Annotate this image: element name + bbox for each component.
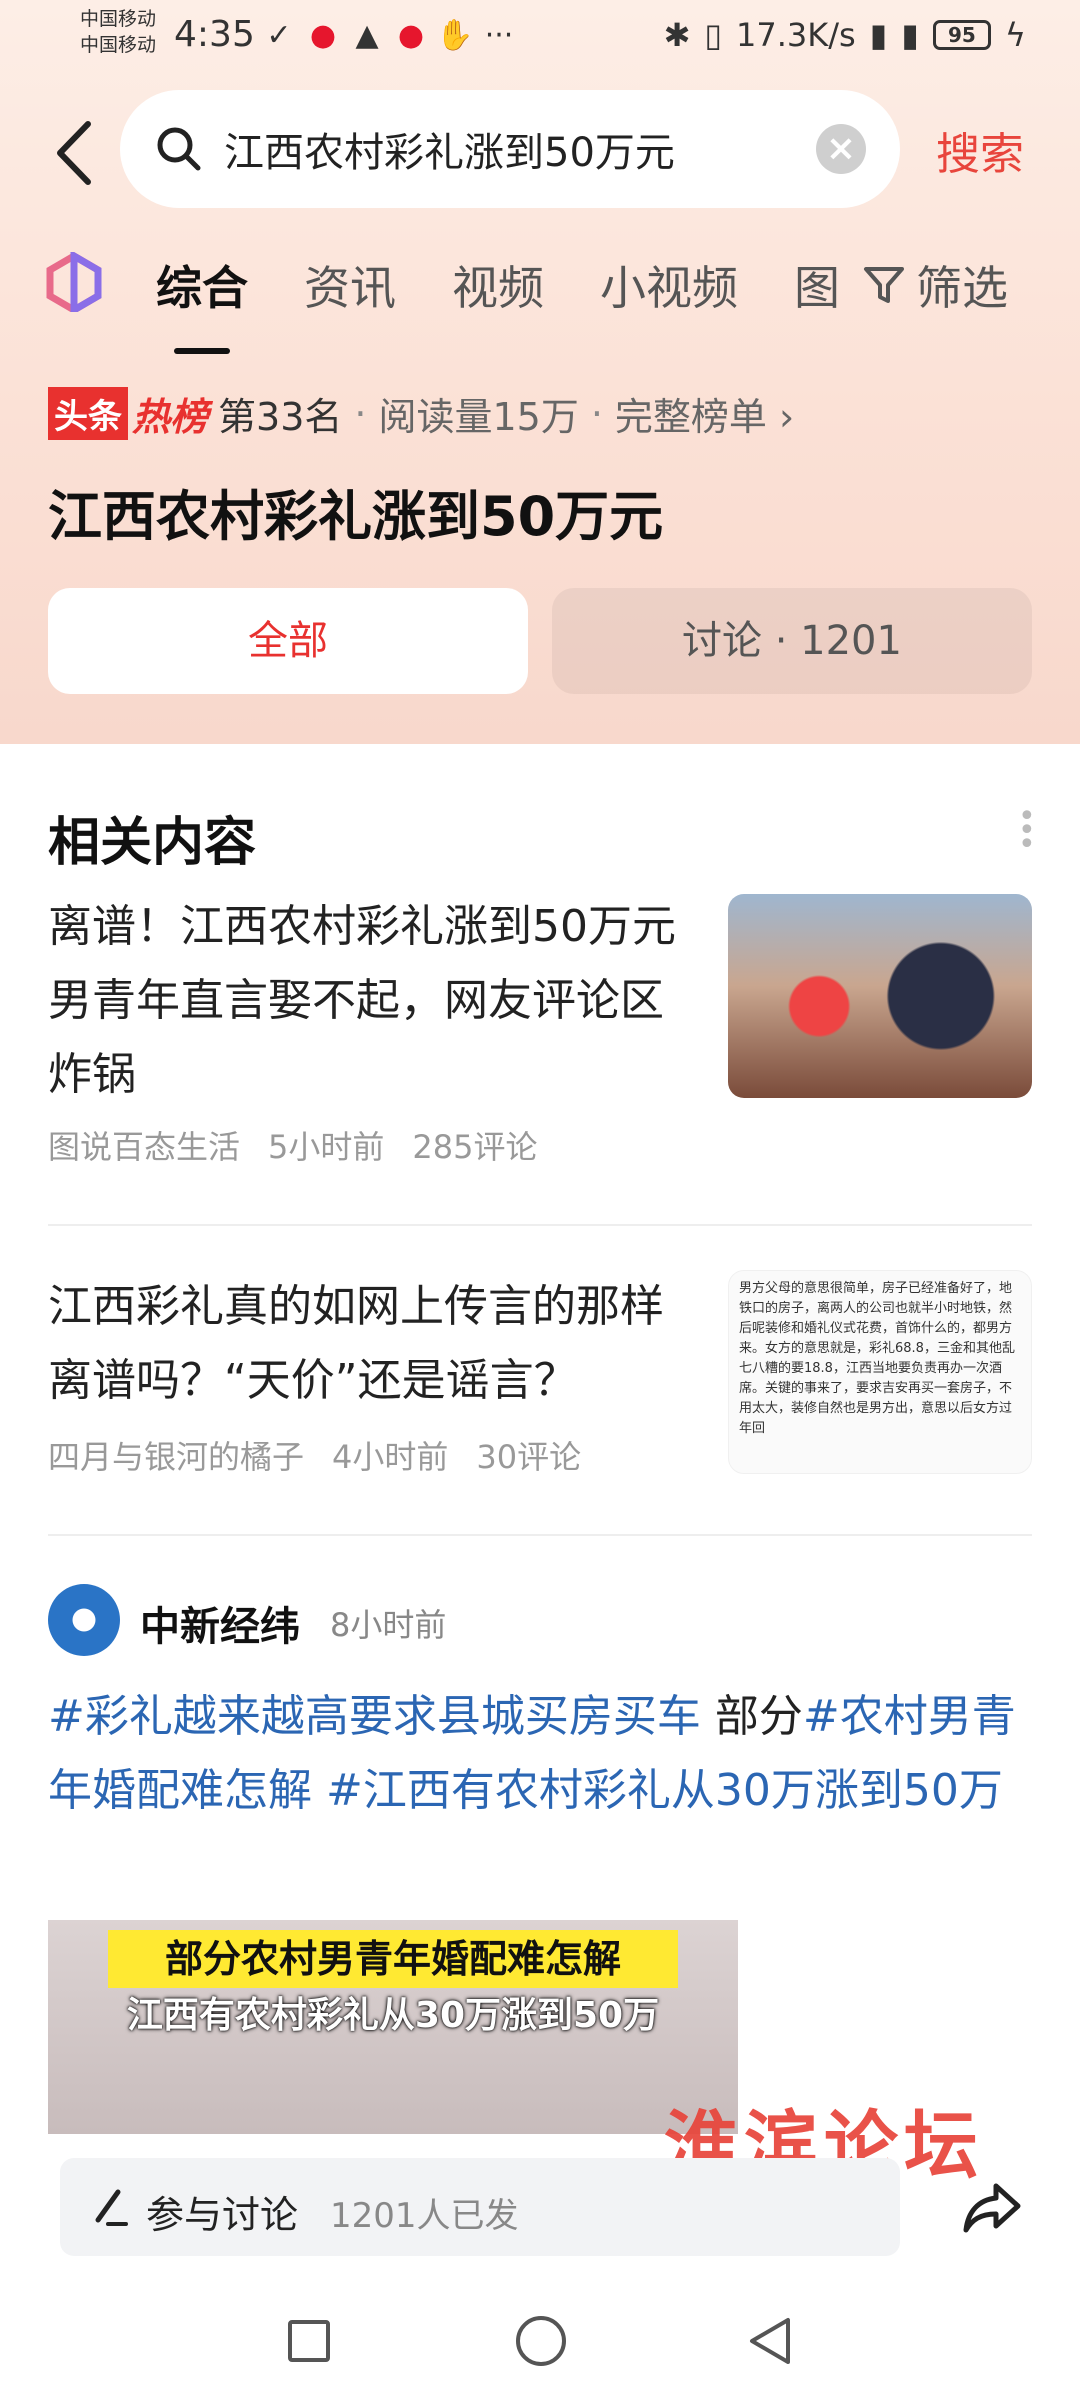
- separator: ·: [590, 391, 603, 436]
- battery-icon: 95: [932, 20, 991, 50]
- discuss-count: 1201人已发: [330, 2196, 519, 2236]
- divider: [48, 1224, 1032, 1226]
- article-time: 5小时前: [268, 1128, 385, 1166]
- toutiao-logo-icon: [46, 252, 102, 312]
- post-text: [312, 1765, 326, 1816]
- search-input[interactable]: 江西农村彩礼涨到50万元 ×: [120, 90, 900, 208]
- bluetooth-icon: ✱: [663, 16, 691, 54]
- signal-4g-icon: ▮: [901, 16, 919, 54]
- carrier-info: 中国移动 中国移动: [80, 6, 156, 58]
- article-thumbnail[interactable]: [728, 894, 1032, 1098]
- article-source: 四月与银河的橘子: [48, 1438, 305, 1476]
- filter-icon: [864, 267, 904, 303]
- hot-list-info: 头条 热榜 第33名 · 阅读量15万 · 完整榜单 ›: [48, 386, 794, 441]
- segment-discussion[interactable]: 讨论 · 1201: [552, 588, 1032, 694]
- notification-icons: ✓ ● ▲ ● ✋ ···: [262, 17, 516, 53]
- article-source: 图说百态生活: [48, 1128, 241, 1166]
- article-meta: 图说百态生活 5小时前 285评论: [48, 1122, 565, 1168]
- vibrate-icon: ▯: [704, 16, 722, 54]
- image-caption-1: 部分农村男青年婚配难怎解: [108, 1930, 678, 1988]
- tab-image[interactable]: 图: [794, 252, 840, 332]
- back-button[interactable]: [50, 118, 100, 188]
- status-bar: 中国移动 中国移动 4:35 ✓ ● ▲ ● ✋ ··· ✱ ▯ 17.3K/s…: [0, 0, 1080, 72]
- read-count: 阅读量15万: [378, 395, 579, 439]
- category-tabs: 综合 资讯 视频 小视频 图: [156, 252, 840, 354]
- hot-list-badge: 头条 热榜: [48, 387, 208, 440]
- carrier-1: 中国移动: [80, 8, 157, 30]
- list-item[interactable]: 离谱！江西农村彩礼涨到50万元 男青年直言娶不起，网友评论区炸锅 图说百态生活 5…: [48, 890, 1032, 1190]
- carrier-2: 中国移动: [80, 34, 157, 56]
- charging-icon: ϟ: [1004, 16, 1026, 54]
- filter-button[interactable]: 筛选: [862, 252, 1008, 318]
- discuss-input[interactable]: 参与讨论 1201人已发: [60, 2158, 900, 2256]
- recent-apps-button[interactable]: [288, 2320, 330, 2362]
- nav-back-icon[interactable]: [744, 2314, 794, 2368]
- hot-badge-part2: 热榜: [132, 395, 209, 439]
- article-title[interactable]: 离谱！江西农村彩礼涨到50万元 男青年直言娶不起，网友评论区炸锅: [48, 890, 698, 1112]
- separator: ·: [354, 391, 367, 436]
- tab-comprehensive[interactable]: 综合: [156, 252, 248, 354]
- article-comments: 285评论: [412, 1128, 538, 1166]
- status-right: ✱ ▯ 17.3K/s ▮ ▮ 95 ϟ: [664, 16, 1026, 54]
- post-body: #彩礼越来越高要求县城买房买车 部分#农村男青年婚配难怎解 #江西有农村彩礼从3…: [48, 1680, 1032, 1828]
- post-time: 8小时前: [330, 1606, 447, 1644]
- hashtag-link[interactable]: #彩礼越来越高要求县城买房买车: [48, 1691, 701, 1742]
- related-heading: 相关内容: [48, 813, 257, 873]
- tab-video[interactable]: 视频: [452, 252, 544, 332]
- pen-icon: [95, 2189, 128, 2226]
- home-button[interactable]: [516, 2316, 566, 2366]
- article-title[interactable]: 江西彩礼真的如网上传言的那样离谱吗？“天价”还是谣言？: [48, 1270, 698, 1418]
- network-speed: 17.3K/s: [735, 16, 856, 54]
- post-author[interactable]: 中新经纬: [140, 1594, 300, 1652]
- share-icon[interactable]: [960, 2176, 1024, 2240]
- hashtag-link[interactable]: #江西有农村彩礼从30万涨到50万: [326, 1765, 1003, 1816]
- more-notifications-icon: ···: [484, 17, 514, 53]
- topic-title: 江西农村彩礼涨到50万元: [48, 485, 664, 548]
- discuss-label: 参与讨论: [146, 2193, 299, 2237]
- status-time: 4:35: [174, 14, 255, 55]
- hot-badge-part1: 头条: [48, 387, 128, 440]
- article-meta: 四月与银河的橘子 4小时前 30评论: [48, 1432, 609, 1478]
- clear-icon[interactable]: ×: [816, 124, 866, 174]
- back-arrow-icon: [57, 121, 91, 185]
- weibo-icon-2: ●: [397, 17, 425, 53]
- search-icon: [157, 127, 201, 171]
- segment-all[interactable]: 全部: [48, 588, 528, 694]
- qq-icon: ▲: [355, 17, 379, 53]
- article-thumbnail[interactable]: 男方父母的意思很简单，房子已经准备好了，地铁口的房子，离两人的公司也就半小时地铁…: [728, 1270, 1032, 1474]
- divider: [48, 1534, 1032, 1536]
- image-caption-2: 江西有农村彩礼从30万涨到50万: [126, 1995, 660, 2036]
- more-options-icon[interactable]: • • •: [1018, 802, 1036, 860]
- signal-icon: ▮: [869, 16, 888, 54]
- filter-label: 筛选: [916, 261, 1008, 315]
- search-query[interactable]: 江西农村彩礼涨到50万元: [224, 120, 675, 178]
- app-notification-icon: ✓: [266, 17, 292, 53]
- list-item[interactable]: 江西彩礼真的如网上传言的那样离谱吗？“天价”还是谣言？ 四月与银河的橘子 4小时前…: [48, 1270, 1032, 1490]
- hot-rank: 第33名: [218, 395, 343, 439]
- hand-icon: ✋: [436, 17, 474, 53]
- post-image[interactable]: 部分农村男青年婚配难怎解 江西有农村彩礼从30万涨到50万: [48, 1920, 738, 2134]
- article-time: 4小时前: [332, 1438, 449, 1476]
- post-text: 部分: [700, 1691, 803, 1742]
- full-list-link[interactable]: 完整榜单 ›: [615, 386, 794, 441]
- weibo-icon: ●: [309, 17, 337, 53]
- article-comments: 30评论: [476, 1438, 582, 1476]
- tab-short-video[interactable]: 小视频: [600, 252, 738, 332]
- tab-news[interactable]: 资讯: [304, 252, 396, 332]
- avatar[interactable]: [48, 1584, 120, 1656]
- search-button[interactable]: 搜索: [936, 118, 1024, 182]
